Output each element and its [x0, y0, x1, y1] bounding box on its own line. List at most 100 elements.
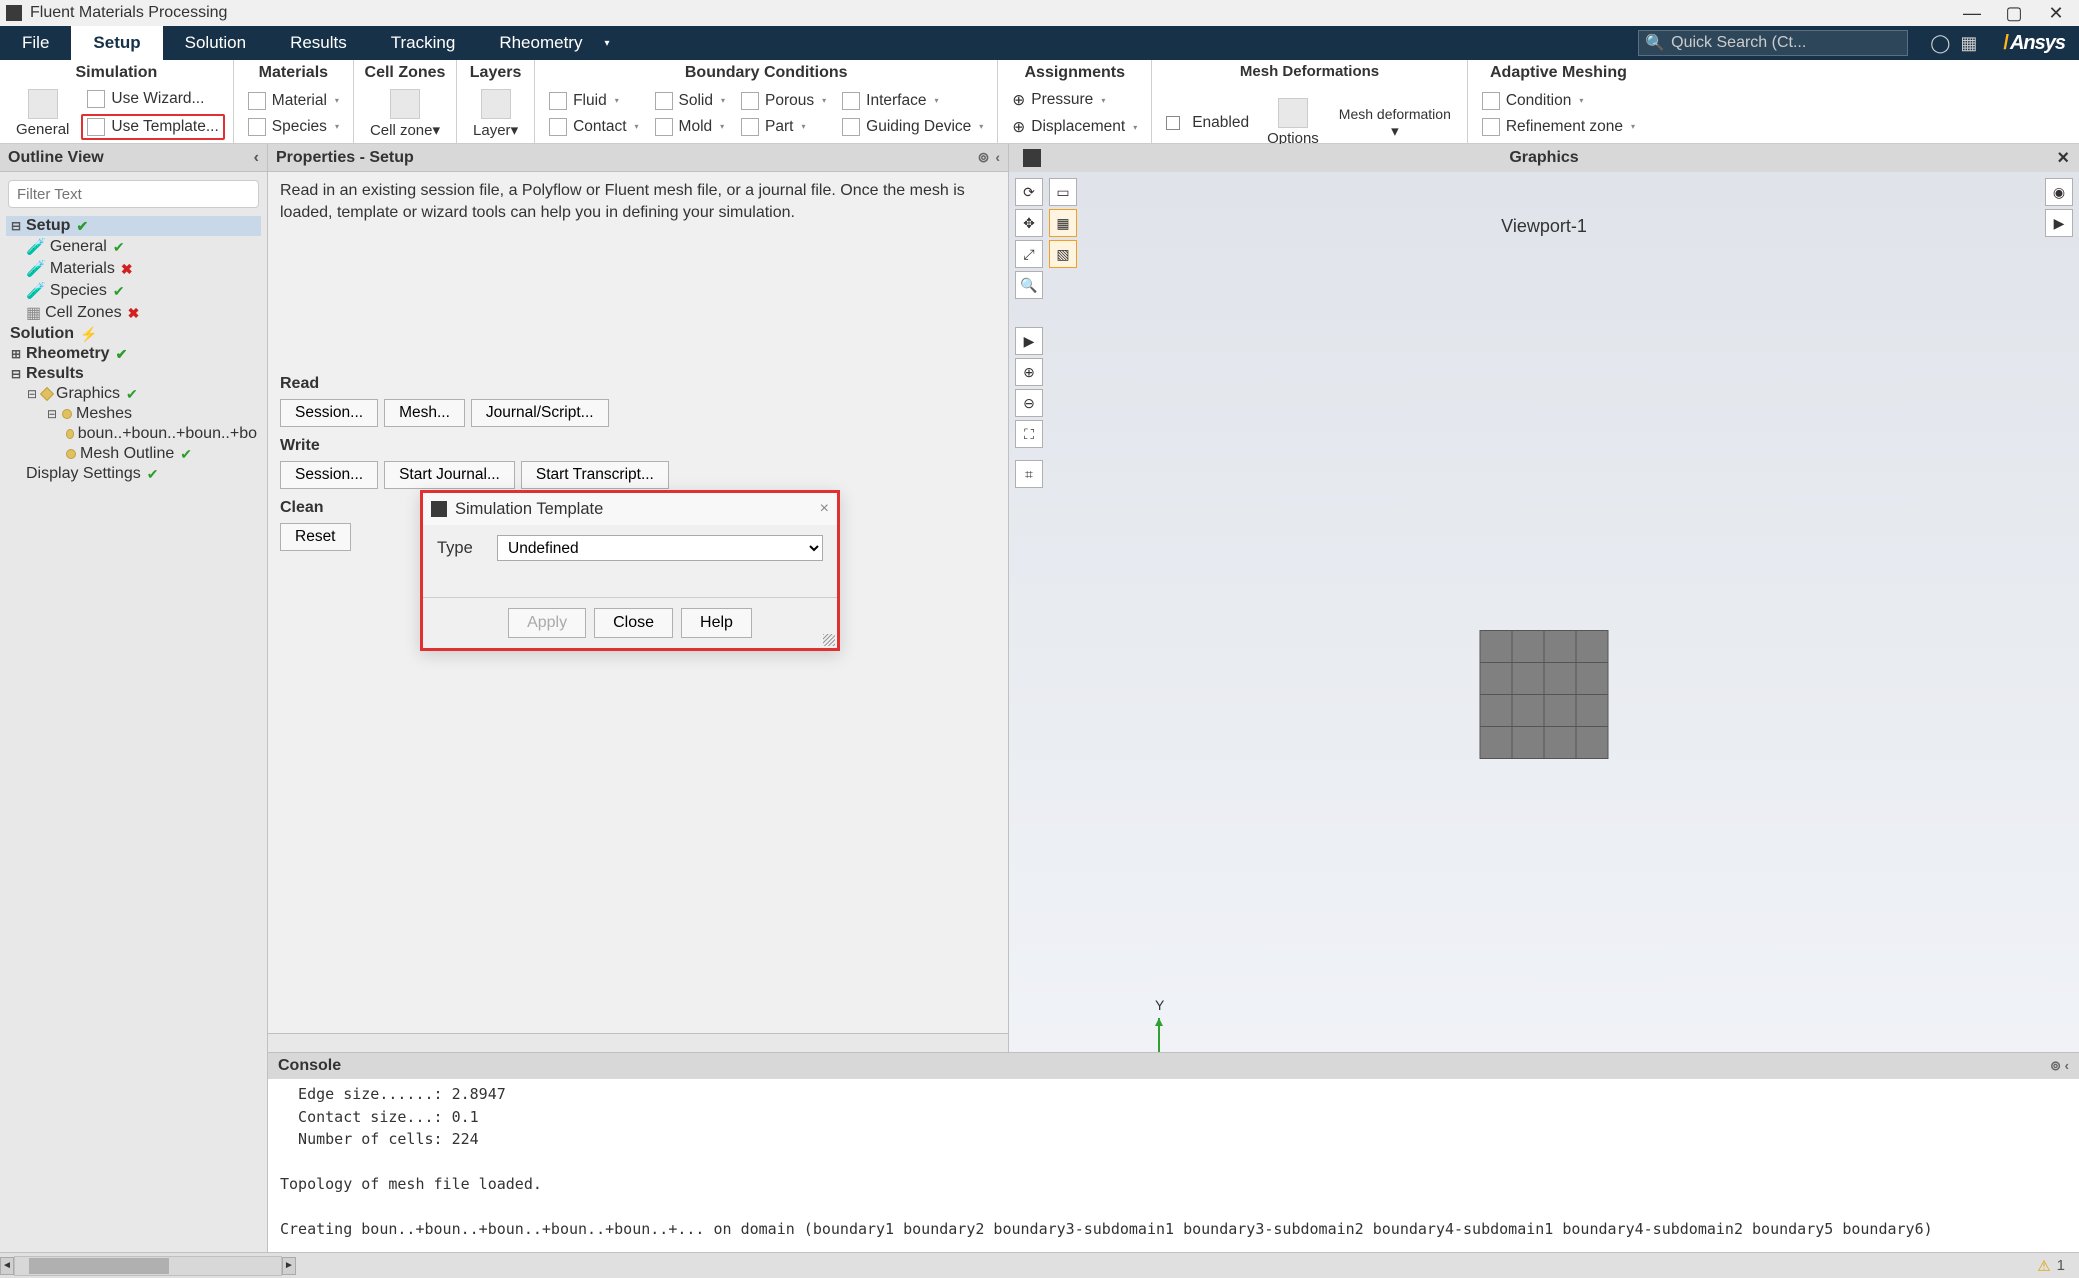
tree-solution[interactable]: Solution⚡: [6, 324, 261, 344]
warning-triangle-icon[interactable]: ⚠: [2037, 1257, 2050, 1275]
meshdef-button[interactable]: Mesh deformation▾: [1331, 102, 1459, 144]
help-button[interactable]: Help: [681, 608, 752, 638]
chevron-down-icon: ▾: [1631, 122, 1635, 131]
minus-icon[interactable]: ⊟: [10, 219, 22, 233]
menu-overflow-icon[interactable]: ▾: [604, 26, 624, 60]
zoom-out-tool[interactable]: ⊖: [1015, 389, 1043, 417]
pin-icon[interactable]: ⊚: [2050, 1058, 2061, 1073]
ribbon-group-layers: Layers Layer▾: [457, 60, 535, 143]
general-button[interactable]: General: [8, 85, 77, 142]
scroll-track[interactable]: [14, 1256, 282, 1276]
pin-icon[interactable]: ⊚: [978, 149, 990, 166]
collapse-icon[interactable]: ‹: [2065, 1058, 2069, 1073]
apply-button[interactable]: Apply: [508, 608, 586, 638]
write-session-button[interactable]: Session...: [280, 461, 378, 489]
enabled-checkbox[interactable]: Enabled: [1160, 112, 1255, 134]
tree-materials[interactable]: 🧪Materials✖: [6, 258, 261, 280]
flag-tool[interactable]: ▶: [1015, 327, 1043, 355]
tree-mesh-item[interactable]: boun..+boun..+boun..+bo: [6, 424, 261, 444]
tree-setup-label: Setup: [26, 217, 70, 235]
pressure-button[interactable]: ⊕Pressure▾: [1006, 89, 1143, 112]
menu-tracking[interactable]: Tracking: [369, 26, 478, 60]
species-button[interactable]: Species▾: [242, 116, 345, 138]
simulation-template-dialog: Simulation Template × Type Undefined App…: [420, 490, 840, 651]
info-icon[interactable]: ◯: [1930, 33, 1950, 54]
start-journal-button[interactable]: Start Journal...: [384, 461, 515, 489]
rotate-tool[interactable]: ⟳: [1015, 178, 1043, 206]
plus-icon[interactable]: ⊞: [10, 347, 22, 361]
chevron-down-icon: ▾: [335, 122, 339, 131]
tree-graphics[interactable]: ⊟Graphics✔: [6, 384, 261, 404]
tree-species[interactable]: 🧪Species✔: [6, 280, 261, 302]
mold-bc-button[interactable]: Mold▾: [649, 116, 731, 138]
menu-solution[interactable]: Solution: [163, 26, 268, 60]
tree-meshes-label: Meshes: [76, 405, 132, 423]
zoom-box-tool[interactable]: ⤢: [1015, 240, 1043, 268]
close-button-dialog[interactable]: Close: [594, 608, 673, 638]
start-transcript-button[interactable]: Start Transcript...: [521, 461, 669, 489]
scroll-left-button[interactable]: ◄: [0, 1257, 14, 1275]
refinement-button[interactable]: Refinement zone▾: [1476, 116, 1641, 138]
layer-button[interactable]: Layer▾: [465, 85, 526, 143]
minus-icon[interactable]: ⊟: [46, 407, 58, 421]
read-mesh-button[interactable]: Mesh...: [384, 399, 465, 427]
cellzone-button[interactable]: Cell zone▾: [362, 85, 448, 143]
collapse-icon[interactable]: ‹: [254, 149, 259, 167]
use-wizard-button[interactable]: Use Wizard...: [81, 88, 224, 110]
fit-tool[interactable]: ⛶: [1015, 420, 1043, 448]
menu-rheometry[interactable]: Rheometry: [477, 26, 604, 60]
reset-button[interactable]: Reset: [280, 523, 351, 551]
tree-meshes[interactable]: ⊟ Meshes: [6, 404, 261, 424]
type-dropdown[interactable]: Undefined: [497, 535, 823, 561]
zoom-in-tool[interactable]: ⊕: [1015, 358, 1043, 386]
guiding-bc-button[interactable]: Guiding Device▾: [836, 116, 989, 138]
scroll-thumb[interactable]: [29, 1258, 169, 1274]
use-template-button[interactable]: Use Template...: [81, 114, 224, 140]
interface-bc-button[interactable]: Interface▾: [836, 90, 989, 112]
fluid-bc-button[interactable]: Fluid▾: [543, 90, 644, 112]
tree-results[interactable]: ⊟Results: [6, 364, 261, 384]
solid-bc-button[interactable]: Solid▾: [649, 90, 731, 112]
material-button[interactable]: Material▾: [242, 90, 345, 112]
tree-setup[interactable]: ⊟Setup✔: [6, 216, 261, 236]
axes-tool[interactable]: ⌗: [1015, 460, 1043, 488]
tree-general[interactable]: 🧪General✔: [6, 236, 261, 258]
console-output[interactable]: Edge size......: 2.8947 Contact size...:…: [268, 1079, 2079, 1252]
condition-button[interactable]: Condition▾: [1476, 90, 1641, 112]
displacement-button[interactable]: ⊕Displacement▾: [1006, 116, 1143, 139]
play-tool[interactable]: ▶: [2045, 209, 2073, 237]
filter-input[interactable]: [8, 180, 259, 208]
minimize-button[interactable]: —: [1963, 3, 1981, 24]
tree-cellzones[interactable]: ▦Cell Zones✖: [6, 302, 261, 324]
read-session-button[interactable]: Session...: [280, 399, 378, 427]
contact-bc-button[interactable]: Contact▾: [543, 116, 644, 138]
view1-tool[interactable]: ▭: [1049, 178, 1077, 206]
minus-icon[interactable]: ⊟: [26, 387, 38, 401]
read-journal-button[interactable]: Journal/Script...: [471, 399, 609, 427]
minus-icon[interactable]: ⊟: [10, 367, 22, 381]
layout-icon[interactable]: ▦: [1960, 33, 1977, 54]
part-bc-button[interactable]: Part▾: [735, 116, 832, 138]
scroll-right-button[interactable]: ►: [282, 1257, 296, 1275]
porous-bc-button[interactable]: Porous▾: [735, 90, 832, 112]
menu-results[interactable]: Results: [268, 26, 369, 60]
menu-setup[interactable]: Setup: [71, 26, 162, 60]
material-icon: [248, 92, 266, 110]
menu-file[interactable]: File: [0, 26, 71, 60]
tree-mesh-outline[interactable]: Mesh Outline✔: [6, 444, 261, 464]
quick-search[interactable]: 🔍 Quick Search (Ct...: [1638, 30, 1908, 56]
view3-tool[interactable]: ▧: [1049, 240, 1077, 268]
resize-grip-icon[interactable]: [823, 634, 835, 646]
probe-tool[interactable]: ◉: [2045, 178, 2073, 206]
dialog-close-icon[interactable]: ×: [820, 500, 829, 518]
view2-tool[interactable]: ▦: [1049, 209, 1077, 237]
close-icon[interactable]: ×: [2057, 147, 2069, 170]
chevron-left-icon[interactable]: ‹: [995, 149, 1000, 166]
zoom-tool[interactable]: 🔍: [1015, 271, 1043, 299]
maximize-button[interactable]: ▢: [2005, 3, 2023, 24]
options-button[interactable]: Options: [1259, 94, 1327, 151]
close-button[interactable]: ✕: [2047, 3, 2065, 24]
pan-tool[interactable]: ✥: [1015, 209, 1043, 237]
tree-rheometry[interactable]: ⊞Rheometry✔: [6, 344, 261, 364]
tree-display-settings[interactable]: Display Settings✔: [6, 464, 261, 484]
